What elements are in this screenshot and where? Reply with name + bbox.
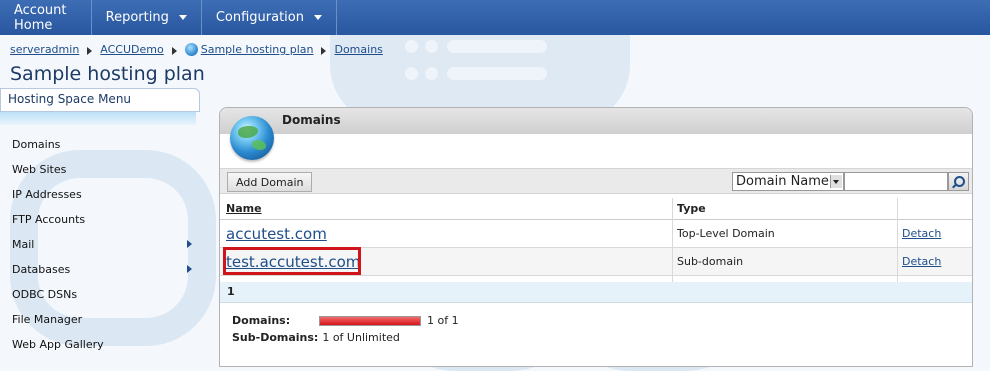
sidebar-title: Hosting Space Menu xyxy=(0,88,200,112)
watermark-dot xyxy=(425,67,438,80)
panel-title: Domains xyxy=(282,113,341,127)
page-title: Sample hosting plan xyxy=(10,63,205,85)
chevron-down-icon xyxy=(178,15,187,20)
chevron-down-icon xyxy=(830,175,842,188)
sidebar-item-databases[interactable]: Databases xyxy=(12,257,192,282)
detach-link[interactable]: Detach xyxy=(902,227,941,240)
breadcrumb-accudemo[interactable]: ACCUDemo xyxy=(100,43,163,56)
nav-label: Configuration xyxy=(215,10,304,25)
watermark-dot xyxy=(405,40,418,53)
quota-value: 1 of 1 xyxy=(427,314,459,327)
breadcrumb-domains[interactable]: Domains xyxy=(334,43,382,56)
page-number[interactable]: 1 xyxy=(227,285,235,298)
table-header: Name Type xyxy=(220,198,972,220)
quota-label: Domains: xyxy=(232,314,291,327)
domain-type: Top-Level Domain xyxy=(677,227,775,240)
sidebar-item-domains[interactable]: Domains xyxy=(12,132,192,157)
chevron-right-icon xyxy=(321,46,327,55)
column-header-name[interactable]: Name xyxy=(226,198,262,219)
chevron-right-icon xyxy=(187,265,192,273)
sidebar-item-web-sites[interactable]: Web Sites xyxy=(12,157,192,182)
sidebar-item-label: Domains xyxy=(12,138,61,151)
sidebar-item-mail[interactable]: Mail xyxy=(12,232,192,257)
chevron-right-icon xyxy=(171,46,177,55)
sidebar-item-label: Web App Gallery xyxy=(12,338,104,351)
column-divider xyxy=(672,198,673,282)
table-row: test.accutest.com Sub-domain Detach xyxy=(220,247,972,276)
watermark-pill xyxy=(447,67,547,80)
search-input[interactable] xyxy=(844,172,948,191)
sidebar-item-label: Mail xyxy=(12,238,35,251)
nav-account-home[interactable]: Account Home xyxy=(0,0,92,35)
chevron-right-icon xyxy=(187,240,192,248)
sidebar-item-ftp-accounts[interactable]: FTP Accounts xyxy=(12,207,192,232)
watermark-dot xyxy=(425,40,438,53)
breadcrumb-serveradmin[interactable]: serveradmin xyxy=(10,43,79,56)
quota-domains: Domains: 1 of 1 xyxy=(232,312,459,329)
watermark-pill xyxy=(447,40,547,53)
sidebar-item-label: FTP Accounts xyxy=(12,213,86,226)
chevron-right-icon xyxy=(87,46,93,55)
sidebar-item-label: ODBC DSNs xyxy=(12,288,78,301)
sidebar-item-label: Web Sites xyxy=(12,163,67,176)
breadcrumb: serveradmin ACCUDemo Sample hosting plan… xyxy=(10,43,383,56)
watermark-dot xyxy=(405,67,418,80)
highlight-box xyxy=(223,247,361,275)
detach-link[interactable]: Detach xyxy=(902,255,941,268)
chevron-down-icon xyxy=(314,15,322,20)
sidebar-item-label: File Manager xyxy=(12,313,83,326)
quota-label: Sub-Domains: xyxy=(232,331,319,344)
pager: 1 xyxy=(220,282,972,303)
domain-type: Sub-domain xyxy=(677,255,744,268)
domains-panel: Domains Add Domain Domain Name Name Type… xyxy=(219,107,973,367)
sidebar-band xyxy=(0,112,196,125)
search-button[interactable] xyxy=(948,172,969,191)
panel-toolbar: Add Domain Domain Name xyxy=(220,168,972,194)
nav-configuration[interactable]: Configuration xyxy=(202,0,337,35)
sidebar-item-label: IP Addresses xyxy=(12,188,82,201)
table-row: accutest.com Top-Level Domain Detach xyxy=(220,220,972,248)
column-divider xyxy=(897,198,898,282)
column-header-type: Type xyxy=(677,202,706,215)
sidebar-item-file-manager[interactable]: File Manager xyxy=(12,307,192,332)
sidebar-menu: Domains Web Sites IP Addresses FTP Accou… xyxy=(12,132,192,357)
sidebar-item-ip-addresses[interactable]: IP Addresses xyxy=(12,182,192,207)
domain-link[interactable]: accutest.com xyxy=(226,225,327,243)
top-nav: Account Home Reporting Configuration xyxy=(0,0,990,35)
domains-table: Name Type accutest.com Top-Level Domain … xyxy=(220,198,972,276)
quota-subdomains: Sub-Domains: 1 of Unlimited xyxy=(232,329,459,346)
sidebar-item-label: Databases xyxy=(12,263,71,276)
quota-bar-fill xyxy=(320,316,420,325)
breadcrumb-hosting-plan[interactable]: Sample hosting plan xyxy=(201,43,314,56)
quota-value: 1 of Unlimited xyxy=(322,331,400,344)
top-nav-bar: Account Home Reporting Configuration xyxy=(0,0,337,35)
globe-icon xyxy=(184,43,198,56)
nav-reporting[interactable]: Reporting xyxy=(92,0,202,35)
search-field-value: Domain Name xyxy=(736,174,829,189)
search-field-select[interactable]: Domain Name xyxy=(732,172,844,191)
nav-label: Reporting xyxy=(105,10,169,25)
quota-bar xyxy=(319,315,421,326)
quota-summary: Domains: 1 of 1 Sub-Domains: 1 of Unlimi… xyxy=(232,312,459,346)
globe-icon xyxy=(230,116,274,160)
sidebar-item-odbc-dsns[interactable]: ODBC DSNs xyxy=(12,282,192,307)
nav-label: Account Home xyxy=(14,2,67,33)
sidebar-item-web-app-gallery[interactable]: Web App Gallery xyxy=(12,332,192,357)
add-domain-button[interactable]: Add Domain xyxy=(227,172,313,192)
